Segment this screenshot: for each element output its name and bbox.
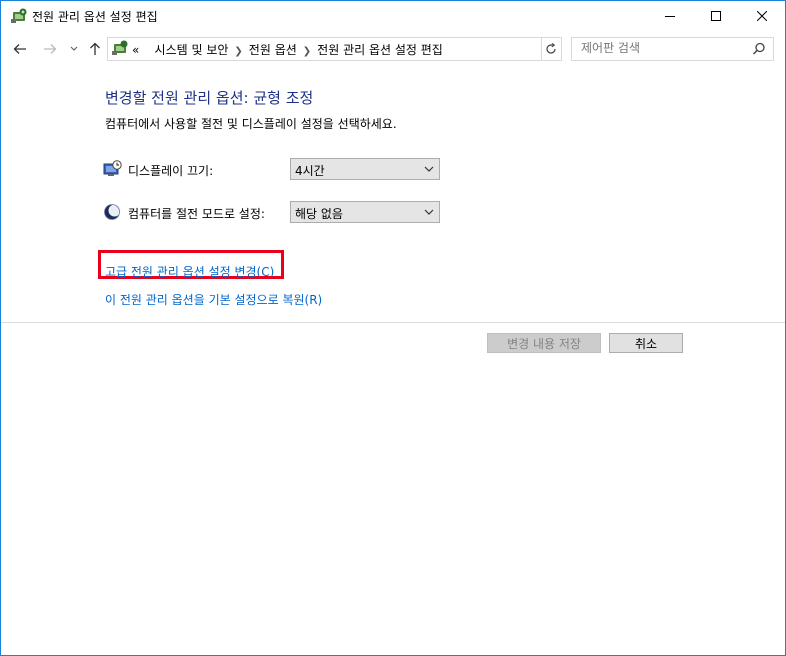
arrow-left-icon xyxy=(13,44,26,54)
sleep-row: 컴퓨터를 절전 모드로 설정: 해당 없음 xyxy=(103,201,443,225)
moon-icon xyxy=(103,203,123,221)
window-title: 전원 관리 옵션 설정 편집 xyxy=(32,10,158,24)
navigation-bar: « 시스템 및 보안 ❯ 전원 옵션 ❯ 전원 관리 옵션 설정 편집 xyxy=(1,31,785,67)
title-bar: 전원 관리 옵션 설정 편집 xyxy=(1,1,785,31)
minimize-button[interactable] xyxy=(647,1,693,31)
chevron-right-icon[interactable]: ❯ xyxy=(234,46,242,57)
forward-button[interactable] xyxy=(40,39,60,59)
maximize-button[interactable] xyxy=(693,1,739,31)
chevron-down-icon xyxy=(70,46,78,51)
search-icon[interactable] xyxy=(752,42,766,56)
cancel-button[interactable]: 취소 xyxy=(609,333,683,353)
maximize-icon xyxy=(711,11,721,21)
refresh-icon xyxy=(546,43,556,54)
page-subtitle: 컴퓨터에서 사용할 절전 및 디스플레이 설정을 선택하세요. xyxy=(105,117,397,131)
divider xyxy=(1,322,785,323)
save-changes-button[interactable]: 변경 내용 저장 xyxy=(487,333,601,353)
page-title: 변경할 전원 관리 옵션: 균형 조정 xyxy=(105,89,314,107)
sleep-value: 해당 없음 xyxy=(295,207,343,221)
minimize-icon xyxy=(665,16,675,17)
close-icon xyxy=(757,11,767,21)
display-off-row: 디스플레이 끄기: 4시간 xyxy=(103,158,443,182)
arrow-up-icon xyxy=(90,42,100,55)
display-off-label: 디스플레이 끄기: xyxy=(128,164,214,178)
search-input[interactable] xyxy=(572,38,751,58)
power-options-icon xyxy=(10,8,28,24)
search-box[interactable] xyxy=(571,37,774,61)
chevron-down-icon xyxy=(422,204,436,220)
restore-defaults-link[interactable]: 이 전원 관리 옵션을 기본 설정으로 복원(R) xyxy=(105,291,322,308)
breadcrumb: « 시스템 및 보안 ❯ 전원 옵션 ❯ 전원 관리 옵션 설정 편집 xyxy=(132,41,443,58)
breadcrumb-power-options[interactable]: 전원 옵션 xyxy=(249,43,297,57)
address-bar[interactable]: « 시스템 및 보안 ❯ 전원 옵션 ❯ 전원 관리 옵션 설정 편집 xyxy=(107,37,643,61)
arrow-right-icon xyxy=(44,44,57,54)
up-button[interactable] xyxy=(85,39,105,59)
refresh-button[interactable] xyxy=(541,37,562,61)
breadcrumb-system-security[interactable]: 시스템 및 보안 xyxy=(155,43,229,57)
display-off-select[interactable]: 4시간 xyxy=(290,158,440,180)
sleep-select[interactable]: 해당 없음 xyxy=(290,201,440,223)
chevron-right-icon[interactable]: ❯ xyxy=(303,46,311,57)
breadcrumb-overflow[interactable]: « xyxy=(132,43,139,57)
display-off-value: 4시간 xyxy=(295,164,325,178)
close-button[interactable] xyxy=(739,1,785,31)
control-panel-icon xyxy=(111,40,129,56)
window: 전원 관리 옵션 설정 편집 « 시스템 및 보안 ❯ 전원 옵션 ❯ 전원 관… xyxy=(0,0,786,656)
display-clock-icon xyxy=(103,160,123,178)
chevron-down-icon xyxy=(422,161,436,177)
sleep-label: 컴퓨터를 절전 모드로 설정: xyxy=(128,207,265,221)
advanced-settings-link[interactable]: 고급 전원 관리 옵션 설정 변경(C) xyxy=(105,263,274,280)
back-button[interactable] xyxy=(10,39,30,59)
recent-locations-button[interactable] xyxy=(64,39,84,59)
breadcrumb-edit-plan[interactable]: 전원 관리 옵션 설정 편집 xyxy=(317,43,443,57)
